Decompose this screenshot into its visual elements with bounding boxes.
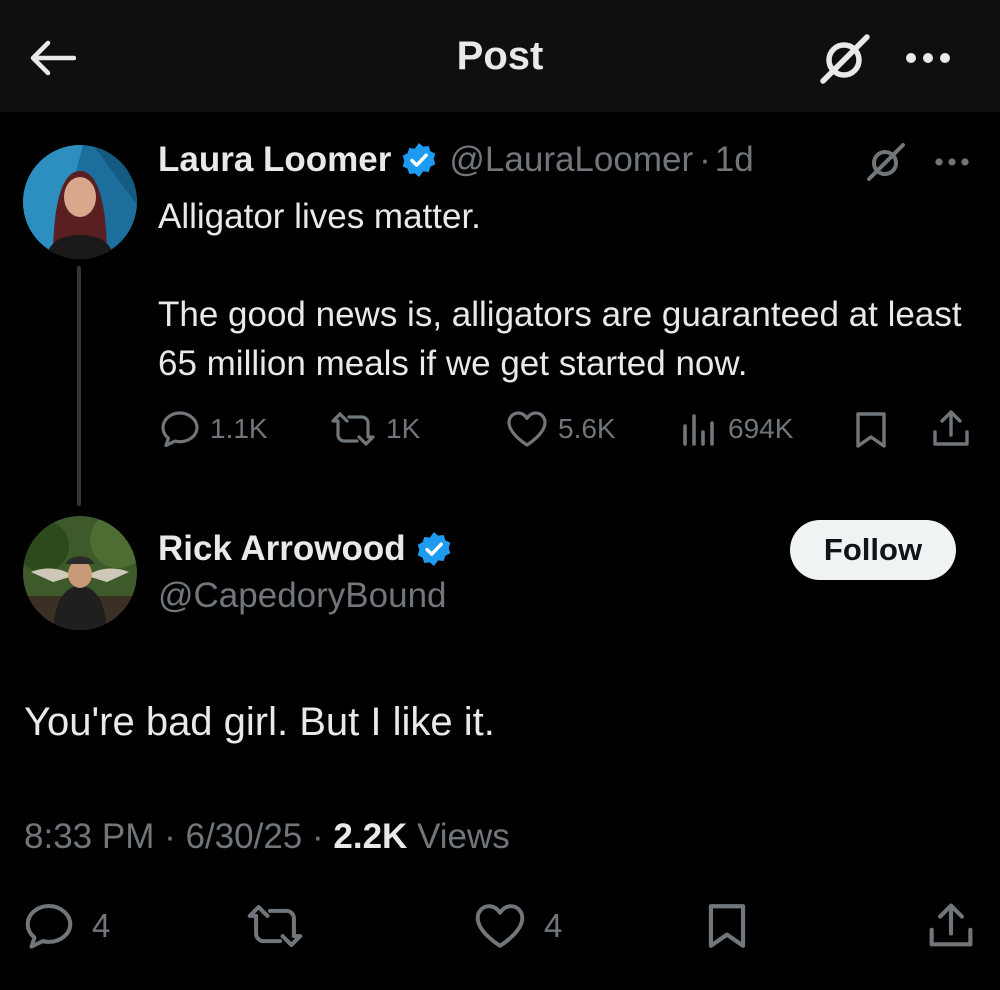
grok-icon xyxy=(820,34,870,84)
bookmark-icon xyxy=(856,412,886,448)
separator-dot: · xyxy=(312,817,324,856)
repost-icon xyxy=(247,905,303,947)
share-button[interactable] xyxy=(932,408,970,448)
reply-count: 4 xyxy=(92,907,111,944)
bookmark-icon xyxy=(708,904,746,948)
separator-dot: · xyxy=(699,140,711,179)
share-icon xyxy=(929,903,973,947)
author-handle[interactable]: @CapedoryBound xyxy=(158,576,447,616)
more-horizontal-icon xyxy=(906,53,950,63)
views-label: Views xyxy=(417,817,510,856)
more-horizontal-icon xyxy=(935,158,969,166)
grok-button[interactable] xyxy=(816,30,876,86)
grok-icon xyxy=(867,143,905,181)
heart-icon xyxy=(507,411,547,447)
post-text: Alligator lives matter. xyxy=(158,197,481,236)
author-handle[interactable]: @LauraLoomer xyxy=(449,140,693,180)
avatar[interactable] xyxy=(23,516,137,630)
top-bar: Post xyxy=(0,0,1000,112)
like-button[interactable]: 5.6K xyxy=(506,410,616,448)
share-icon xyxy=(933,410,969,446)
thread-line xyxy=(77,266,81,506)
reply-count: 1.1K xyxy=(210,413,268,444)
post-text: The good news is, alligators are guarant… xyxy=(158,295,962,383)
repost-count: 1K xyxy=(386,413,421,444)
analytics-icon xyxy=(683,414,714,446)
author-name[interactable]: Laura Loomer xyxy=(158,140,391,180)
like-count: 5.6K xyxy=(558,413,616,444)
share-button[interactable] xyxy=(928,900,974,950)
like-count: 4 xyxy=(544,907,563,944)
more-options-button[interactable] xyxy=(900,34,956,82)
view-count: 694K xyxy=(728,413,794,444)
heart-icon xyxy=(475,904,525,948)
post-time[interactable]: 1d xyxy=(715,140,754,180)
like-button[interactable]: 4 xyxy=(474,902,562,950)
reply-post-header: Rick Arrowood xyxy=(158,529,452,569)
reply-icon xyxy=(25,904,73,949)
verified-badge-icon xyxy=(416,531,452,567)
bookmark-button[interactable] xyxy=(706,900,748,952)
repost-icon xyxy=(331,412,375,446)
post-time[interactable]: 8:33 PM xyxy=(24,817,154,856)
parent-post-header: Laura Loomer @LauraLoomer · 1d xyxy=(158,140,754,180)
avatar[interactable] xyxy=(23,145,137,259)
reply-post-handle-row: @CapedoryBound xyxy=(158,576,447,616)
author-name[interactable]: Rick Arrowood xyxy=(158,529,406,569)
follow-button[interactable]: Follow xyxy=(790,520,956,580)
grok-post-button[interactable] xyxy=(862,140,910,184)
post-date[interactable]: 6/30/25 xyxy=(185,817,302,856)
post-meta: 8:33 PM · 6/30/25 · 2.2K Views xyxy=(24,817,510,857)
views-count[interactable]: 2.2K xyxy=(333,817,407,856)
repost-button[interactable]: 1K xyxy=(330,410,420,448)
reply-button[interactable]: 1.1K xyxy=(160,410,268,448)
reply-button[interactable]: 4 xyxy=(24,902,110,950)
verified-badge-icon xyxy=(401,142,437,178)
post-more-button[interactable] xyxy=(930,150,974,174)
repost-button[interactable] xyxy=(246,902,304,950)
separator-dot: · xyxy=(164,817,176,856)
bookmark-button[interactable] xyxy=(854,410,888,450)
views-button[interactable]: 694K xyxy=(680,410,793,448)
reply-text: You're bad girl. But I like it. xyxy=(24,700,495,744)
reply-icon xyxy=(161,411,199,448)
